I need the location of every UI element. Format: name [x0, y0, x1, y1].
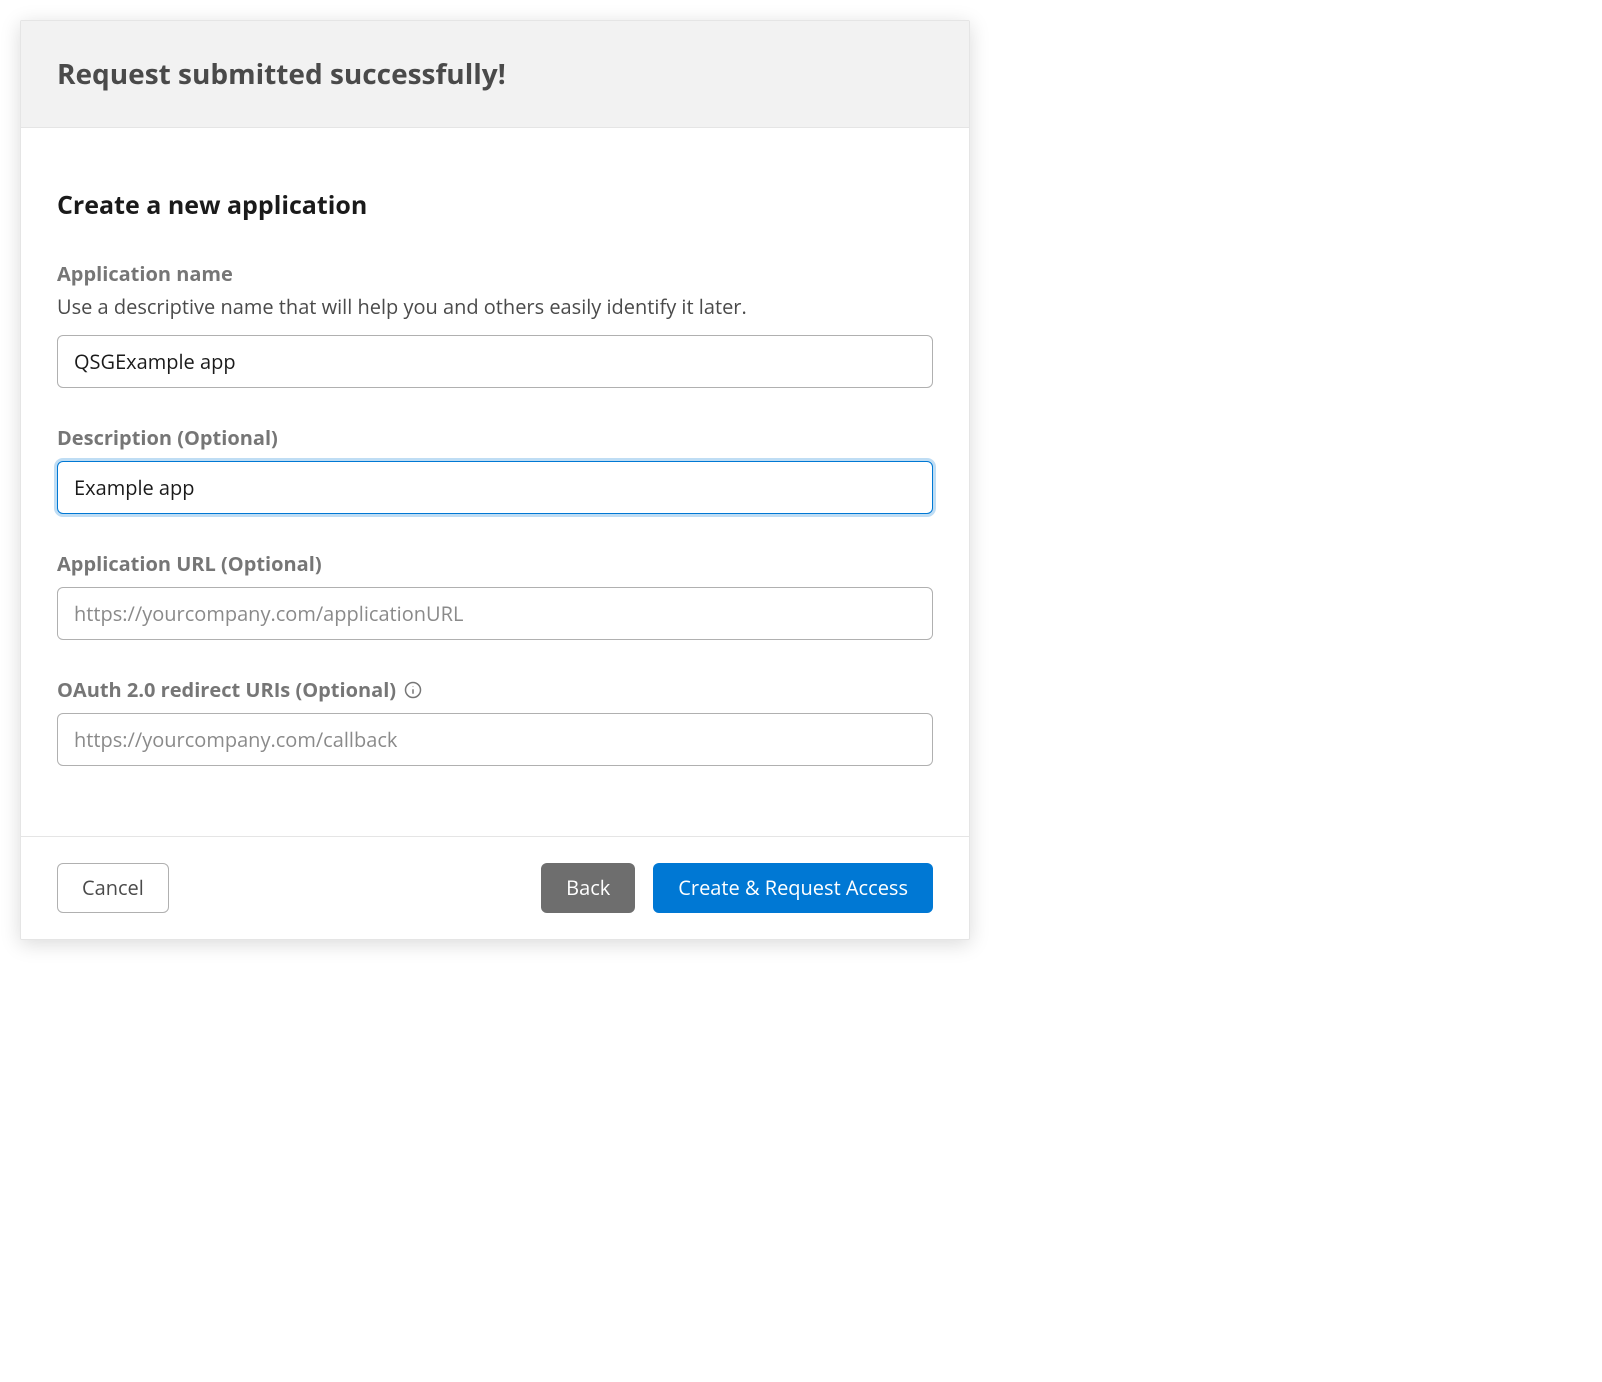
create-request-access-button[interactable]: Create & Request Access	[653, 863, 933, 913]
dialog-footer: Cancel Back Create & Request Access	[21, 836, 969, 939]
create-application-dialog: Request submitted successfully! Create a…	[20, 20, 970, 940]
footer-right: Back Create & Request Access	[541, 863, 933, 913]
form-group-app-url: Application URL (Optional)	[57, 550, 933, 640]
description-label: Description (Optional)	[57, 424, 933, 451]
redirect-uris-label: OAuth 2.0 redirect URIs (Optional)	[57, 676, 396, 703]
redirect-uris-input[interactable]	[57, 713, 933, 766]
cancel-button[interactable]: Cancel	[57, 863, 169, 913]
dialog-header: Request submitted successfully!	[21, 21, 969, 128]
app-name-label: Application name	[57, 260, 933, 287]
back-button[interactable]: Back	[541, 863, 635, 913]
dialog-header-title: Request submitted successfully!	[57, 55, 933, 93]
form-group-app-name: Application name Use a descriptive name …	[57, 260, 933, 388]
form-group-redirect-uris: OAuth 2.0 redirect URIs (Optional)	[57, 676, 933, 766]
dialog-body: Create a new application Application nam…	[21, 128, 969, 836]
app-name-hint: Use a descriptive name that will help yo…	[57, 293, 933, 321]
info-icon[interactable]	[404, 681, 422, 699]
description-input[interactable]	[57, 461, 933, 514]
app-url-label: Application URL (Optional)	[57, 550, 933, 577]
form-title: Create a new application	[57, 188, 933, 222]
form-group-description: Description (Optional)	[57, 424, 933, 514]
app-name-input[interactable]	[57, 335, 933, 388]
app-url-input[interactable]	[57, 587, 933, 640]
redirect-uris-label-row: OAuth 2.0 redirect URIs (Optional)	[57, 676, 933, 703]
